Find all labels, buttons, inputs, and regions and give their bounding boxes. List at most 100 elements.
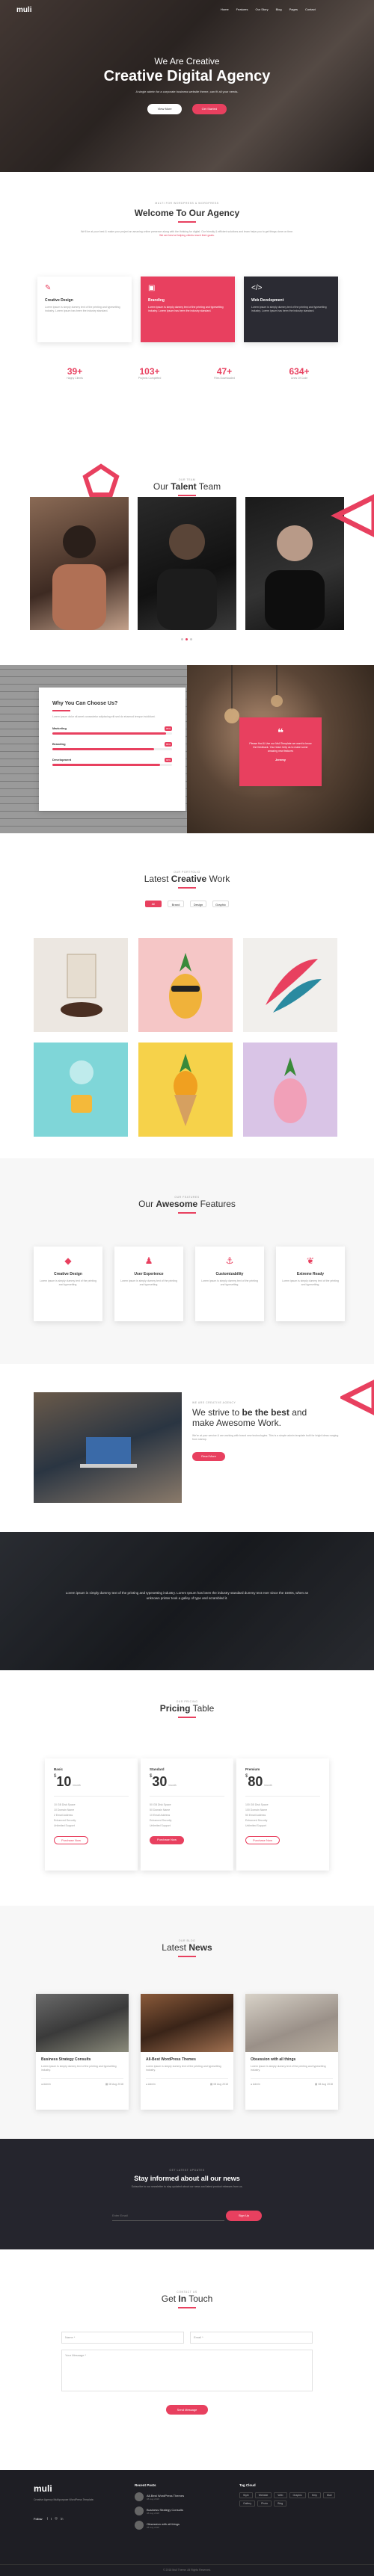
view-more-button[interactable]: View More <box>147 104 183 114</box>
logo[interactable]: muli <box>16 6 32 14</box>
copyright: © 2018 Muli Theme. All Rights Reserved. <box>0 2564 374 2572</box>
pagination-dot[interactable] <box>181 638 183 640</box>
tag-item[interactable]: Muli <box>322 2492 336 2498</box>
nav-item-home[interactable]: Home <box>221 7 229 11</box>
hero-section: muli Home Features Our Story Blog Pages … <box>0 0 374 172</box>
email-input[interactable]: Email * <box>190 2332 313 2344</box>
tag-item[interactable]: Graphic <box>289 2492 306 2498</box>
why-text: Lorem ipsum dolor sit amet consectetur a… <box>52 714 156 718</box>
tag-item[interactable]: Gallery <box>239 2501 256 2506</box>
skill-fill <box>52 763 160 766</box>
purchase-button[interactable]: Purchase Now <box>54 1836 88 1844</box>
recent-post-thumb[interactable] <box>135 2506 144 2515</box>
filter-design[interactable]: Design <box>190 900 206 907</box>
feature-card-user-experience[interactable]: ♟ User Experience Lorem ipsum is simply … <box>114 1247 183 1321</box>
tag-item[interactable]: Style <box>239 2492 253 2498</box>
send-message-button[interactable]: Send Message <box>166 2405 208 2415</box>
person-icon <box>52 525 106 630</box>
nav-item-features[interactable]: Features <box>236 7 248 11</box>
news-author[interactable]: ● Admin <box>146 2083 156 2086</box>
footer-logo[interactable]: muli <box>34 2483 52 2494</box>
purchase-button[interactable]: Purchase Now <box>245 1836 280 1844</box>
news-title[interactable]: All-Best WordPress Themes <box>146 2057 228 2062</box>
price-value: 30 <box>152 1774 168 1789</box>
testimonial-card: ❝ Please find & Use our Muli Template we… <box>239 717 322 786</box>
nav-item-blog[interactable]: Blog <box>276 7 282 11</box>
email-field[interactable] <box>112 2211 224 2221</box>
team-photo-1[interactable] <box>30 497 129 630</box>
recent-post-thumb[interactable] <box>135 2521 144 2530</box>
news-card[interactable]: Business Strategy Consults Lorem ipsum is… <box>36 1994 129 2110</box>
service-card-creative-design[interactable]: ✎ Creative Design Lorem ipsum is simply … <box>37 277 132 342</box>
tag-item[interactable]: Photo <box>257 2501 272 2506</box>
recent-post[interactable]: Obsession with all things 08 Aug 2018 <box>135 2521 224 2530</box>
facebook-icon[interactable]: f <box>47 2517 48 2521</box>
recent-post-title[interactable]: All-Best WordPress Themes <box>147 2494 184 2498</box>
skill-value: 95% <box>164 726 172 731</box>
twitter-icon[interactable]: t <box>51 2517 52 2521</box>
instagram-icon[interactable]: ◎ <box>55 2516 58 2521</box>
plan-feature: 10 GB Disk Space <box>54 1803 76 1806</box>
feature-card-creative-design[interactable]: ◆ Creative Design Lorem ipsum is simply … <box>34 1247 102 1321</box>
get-started-button[interactable]: Get Started <box>191 104 227 114</box>
read-more-button[interactable]: Read More <box>192 1452 225 1461</box>
tag-cloud: Style Website Web Graphic Help Muli Gallery Pho… <box>239 2492 337 2506</box>
tag-item[interactable]: Website <box>254 2492 272 2498</box>
pagination-dot-active[interactable] <box>186 638 188 640</box>
plan-feature: Unlimited Support <box>245 1824 266 1827</box>
skill-label: Branding <box>52 741 66 746</box>
tag-item[interactable]: Help <box>307 2492 321 2498</box>
news-image[interactable] <box>36 1994 129 2052</box>
service-text: Lorem ipsum is simply dummy text of the … <box>251 306 327 312</box>
news-image[interactable] <box>141 1994 233 2052</box>
title-part: Our <box>138 1199 154 1209</box>
portfolio-item-cup[interactable] <box>34 1043 128 1137</box>
service-card-web-development[interactable]: </> Web Development Lorem ipsum is simpl… <box>244 277 338 342</box>
linkedin-icon[interactable]: in <box>61 2517 64 2521</box>
news-author[interactable]: ● Admin <box>41 2083 51 2086</box>
news-image[interactable] <box>245 1994 338 2052</box>
portfolio-item-feathers[interactable] <box>243 938 337 1032</box>
stat-label: Projects Completed <box>138 377 162 380</box>
tag-item[interactable]: Blog <box>274 2501 287 2506</box>
news-author[interactable]: ● Admin <box>251 2083 260 2086</box>
cup-icon <box>70 1060 94 1113</box>
recent-post[interactable]: All-Best WordPress Themes 08 Aug 2018 <box>135 2492 224 2501</box>
news-title[interactable]: Business Strategy Consults <box>41 2057 123 2062</box>
filter-brand[interactable]: Brand <box>168 900 184 907</box>
news-title[interactable]: Obsession with all things <box>251 2057 333 2062</box>
title-part: News <box>188 1942 212 1953</box>
message-field[interactable]: Your Message * <box>61 2350 313 2391</box>
recent-post[interactable]: Business Strategy Consults 08 Aug 2018 <box>135 2506 224 2515</box>
service-card-branding[interactable]: ▣ Branding Lorem ipsum is simply dummy t… <box>141 277 235 342</box>
recent-post-thumb[interactable] <box>135 2492 144 2501</box>
plan-price: $10 /month <box>54 1774 81 1789</box>
filter-all[interactable]: All <box>145 900 162 907</box>
filter-graphic[interactable]: Graphic <box>212 900 229 907</box>
nav-item-pages[interactable]: Pages <box>289 7 298 11</box>
portfolio-item-coffee[interactable] <box>34 938 128 1032</box>
dark-overlay <box>0 1532 374 1670</box>
laptop-team-image <box>34 1392 182 1503</box>
recent-post-title[interactable]: Obsession with all things <box>147 2522 180 2526</box>
name-field[interactable]: Name * <box>61 2332 184 2344</box>
nav-item-our-story[interactable]: Our Story <box>255 7 268 11</box>
portfolio-item-pineapple-cone[interactable] <box>138 1043 233 1137</box>
feature-text: Lorem ipsum is simply dummy text of the … <box>282 1279 339 1286</box>
pagination-dot[interactable] <box>190 638 192 640</box>
news-card[interactable]: All-Best WordPress Themes Lorem ipsum is … <box>141 1994 233 2110</box>
pricing-card-premium: Premium $80 /month 100 GB Disk Space 100 Do… <box>236 1758 329 1871</box>
purchase-button[interactable]: Purchase Now <box>150 1836 184 1844</box>
feature-card-customizability[interactable]: ⚓ Customizability Lorem ipsum is simply … <box>195 1247 264 1321</box>
nav-item-contact[interactable]: Contact <box>305 7 316 11</box>
recent-post-title[interactable]: Business Strategy Consults <box>147 2508 183 2512</box>
feature-text: Lorem ipsum is simply dummy text of the … <box>201 1279 258 1286</box>
dark-quote-section: Lorem ipsum is simply dummy text of the … <box>0 1532 374 1670</box>
team-photo-2[interactable] <box>138 497 236 630</box>
sign-up-button[interactable]: Sign Up <box>226 2211 262 2221</box>
feature-card-extreme-ready[interactable]: ❦ Extreme Ready Lorem ipsum is simply du… <box>276 1247 345 1321</box>
news-card[interactable]: Obsession with all things Lorem ipsum is … <box>245 1994 338 2110</box>
tag-item[interactable]: Web <box>274 2492 287 2498</box>
portfolio-item-pineapple-glasses[interactable] <box>138 938 233 1032</box>
portfolio-item-pink-pineapple[interactable] <box>243 1043 337 1137</box>
